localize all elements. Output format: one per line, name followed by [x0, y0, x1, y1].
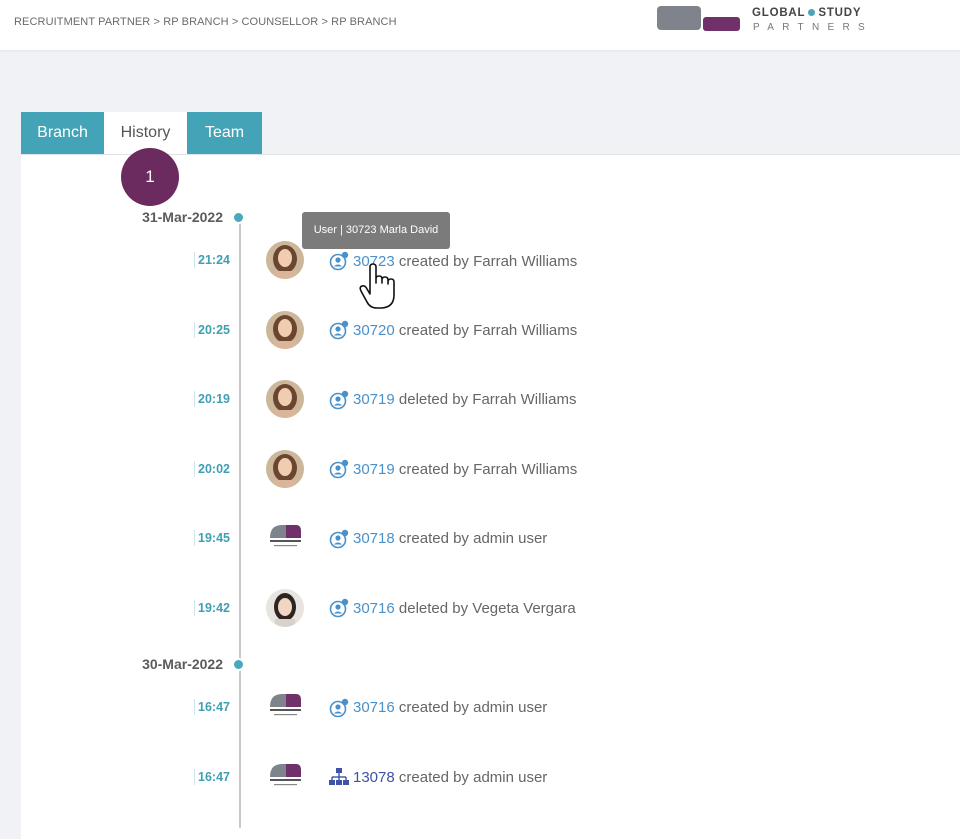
entry-text: 30718 created by admin user: [353, 530, 547, 547]
timeline-line: [239, 218, 241, 828]
entry-time: 20:02: [194, 461, 234, 477]
entry-action: created by admin user: [398, 769, 548, 786]
gsp-logo-icon: [270, 694, 301, 716]
timeline-date: 30-Mar-2022: [142, 656, 223, 672]
user-icon: [329, 598, 349, 618]
user-icon: [329, 251, 349, 271]
entry-time: 20:19: [194, 391, 234, 407]
entry-text: 13078 created by admin user: [353, 769, 547, 786]
top-bar: RECRUITMENT PARTNER > RP BRANCH > COUNSE…: [0, 0, 960, 50]
entry-time: 16:47: [194, 769, 234, 785]
entry-text: 30716 deleted by Vegeta Vergara: [353, 600, 576, 617]
avatar-photo: [266, 380, 304, 418]
logo-shape-purple: [703, 17, 740, 31]
avatar-photo: [266, 311, 304, 349]
timeline-date-dot: [232, 211, 245, 224]
entry-time: 16:47: [194, 699, 234, 715]
avatar-vegeta-vergara[interactable]: [266, 589, 304, 627]
gsp-logo-icon: [270, 764, 301, 786]
entry-time: 21:24: [194, 252, 234, 268]
entry-time: 19:42: [194, 600, 234, 616]
entry-action: created by admin user: [398, 699, 548, 716]
logo-wordmark-line1: GLOBAL STUDY: [752, 7, 861, 19]
user-link[interactable]: 30720: [353, 322, 395, 339]
entry-action: created by Farrah Williams: [398, 461, 578, 478]
tab-team[interactable]: Team: [187, 112, 262, 154]
logo-shape-grey: [657, 6, 701, 30]
entry-time: 19:45: [194, 530, 234, 546]
entry-action: created by Farrah Williams: [398, 322, 578, 339]
user-link[interactable]: 30716: [353, 600, 395, 617]
avatar-farrah-williams[interactable]: [266, 380, 304, 418]
avatar-admin-user[interactable]: [266, 758, 304, 796]
entry-action: deleted by Farrah Williams: [398, 391, 577, 408]
entry-time: 20:25: [194, 322, 234, 338]
org-chart-icon: [329, 768, 349, 785]
user-link[interactable]: 30716: [353, 699, 395, 716]
user-link[interactable]: 30719: [353, 391, 395, 408]
avatar-photo: [266, 589, 304, 627]
entry-action: created by admin user: [398, 530, 548, 547]
entry-action: created by Farrah Williams: [398, 253, 578, 270]
avatar-photo: [266, 241, 304, 279]
timeline-date-dot: [232, 658, 245, 671]
entry-text: 30716 created by admin user: [353, 699, 547, 716]
logo-word-study: STUDY: [818, 7, 862, 19]
avatar-farrah-williams[interactable]: [266, 450, 304, 488]
avatar-admin-user[interactable]: [266, 519, 304, 557]
user-link[interactable]: 30718: [353, 530, 395, 547]
avatar-photo: [266, 450, 304, 488]
global-study-partners-logo[interactable]: GLOBAL STUDY PARTNERS: [656, 4, 886, 38]
entry-text: 30720 created by Farrah Williams: [353, 322, 577, 339]
breadcrumb[interactable]: RECRUITMENT PARTNER > RP BRANCH > COUNSE…: [14, 16, 397, 28]
gsp-logo-icon: [270, 525, 301, 547]
user-tooltip: User | 30723 Marla David: [302, 212, 450, 249]
entry-text: 30719 created by Farrah Williams: [353, 461, 577, 478]
user-icon: [329, 320, 349, 340]
timeline-date: 31-Mar-2022: [142, 209, 223, 225]
avatar-farrah-williams[interactable]: [266, 311, 304, 349]
avatar-admin-user[interactable]: [266, 688, 304, 726]
branch-link[interactable]: 13078: [353, 769, 395, 786]
user-icon: [329, 459, 349, 479]
entry-action: deleted by Vegeta Vergara: [398, 600, 576, 617]
entry-text: 30719 deleted by Farrah Williams: [353, 391, 576, 408]
step-marker-badge: 1: [121, 148, 179, 206]
user-icon: [329, 529, 349, 549]
user-link[interactable]: 30719: [353, 461, 395, 478]
user-icon: [329, 390, 349, 410]
logo-dot: [808, 8, 816, 16]
user-icon: [329, 698, 349, 718]
tab-branch[interactable]: Branch: [21, 112, 104, 154]
logo-word-global: GLOBAL: [752, 7, 806, 19]
avatar-farrah-williams[interactable]: [266, 241, 304, 279]
hand-cursor-icon: [359, 263, 395, 309]
logo-wordmark-line2: PARTNERS: [753, 22, 873, 33]
